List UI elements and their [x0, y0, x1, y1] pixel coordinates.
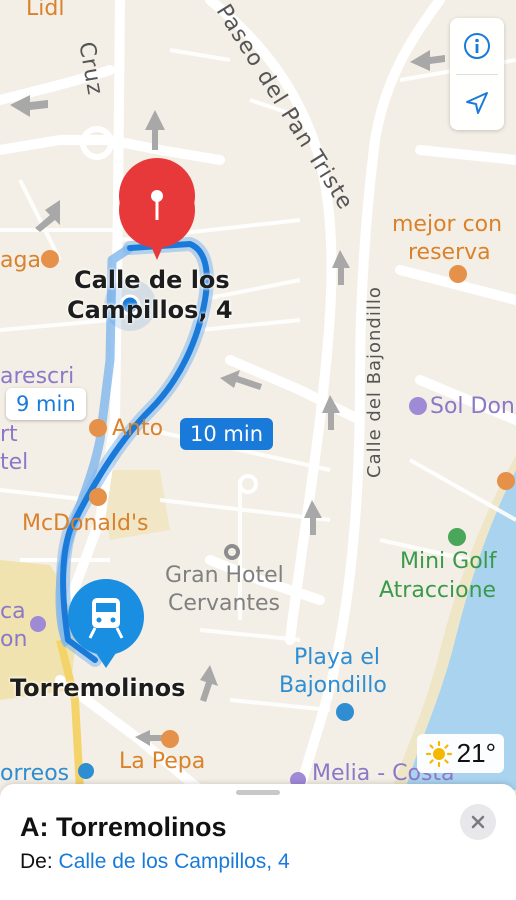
- close-icon: [471, 815, 485, 829]
- origin-link[interactable]: Calle de los Campillos, 4: [59, 850, 290, 873]
- poi-la-pepa[interactable]: La Pepa: [119, 749, 205, 774]
- sun-icon: [425, 740, 452, 767]
- main-route-time[interactable]: 10 min: [180, 418, 273, 450]
- origin-prefix: De:: [20, 850, 53, 873]
- poi-lidl[interactable]: Lidl: [26, 0, 64, 21]
- destination-label-line1[interactable]: Calle de los: [74, 266, 230, 294]
- poi-tel[interactable]: tel: [0, 450, 28, 475]
- route-destination-title: A: Torremolinos: [20, 812, 227, 842]
- poi-sol-don[interactable]: Sol Don: [430, 394, 515, 419]
- poi-mini-golf[interactable]: Mini Golf: [400, 549, 497, 574]
- station-label[interactable]: Torremolinos: [10, 674, 185, 702]
- poi-reserva[interactable]: reserva: [408, 240, 491, 265]
- poi-playa[interactable]: Playa el: [294, 645, 380, 670]
- poi-ca[interactable]: ca: [0, 599, 26, 624]
- poi-cervantes[interactable]: Cervantes: [168, 591, 280, 616]
- poi-rt[interactable]: rt: [0, 422, 18, 447]
- poi-mejor-con[interactable]: mejor con: [392, 212, 502, 237]
- location-arrow-icon: [466, 92, 488, 114]
- poi-on[interactable]: on: [0, 627, 27, 652]
- poi-correos[interactable]: orreos: [0, 761, 69, 786]
- route-bottom-sheet[interactable]: A: Torremolinos De: Calle de los Campill…: [0, 784, 516, 900]
- destination-label-line2[interactable]: Campillos, 4: [67, 296, 233, 324]
- poi-anto[interactable]: Anto: [112, 416, 163, 441]
- alternate-route-time[interactable]: 9 min: [6, 388, 86, 420]
- locate-me-button[interactable]: [450, 75, 504, 131]
- sheet-grabber[interactable]: [236, 790, 280, 795]
- info-button[interactable]: [450, 18, 504, 74]
- temperature-value: 21°: [456, 738, 496, 768]
- weather-badge[interactable]: 21°: [416, 734, 504, 773]
- info-icon: [464, 33, 490, 59]
- close-button[interactable]: [460, 804, 496, 840]
- poi-atracciones[interactable]: Atraccione: [379, 578, 496, 603]
- street-label-bajondillo: Calle del Bajondillo: [364, 286, 385, 478]
- poi-gran-hotel[interactable]: Gran Hotel: [165, 563, 284, 588]
- route-origin-line: De: Calle de los Campillos, 4: [20, 850, 290, 874]
- poi-aga[interactable]: aga: [0, 248, 41, 273]
- poi-bajondillo[interactable]: Bajondillo: [279, 673, 387, 698]
- map-controls: [450, 18, 504, 130]
- poi-arescri[interactable]: arescri: [0, 364, 74, 389]
- poi-mcdonalds[interactable]: McDonald's: [22, 511, 149, 536]
